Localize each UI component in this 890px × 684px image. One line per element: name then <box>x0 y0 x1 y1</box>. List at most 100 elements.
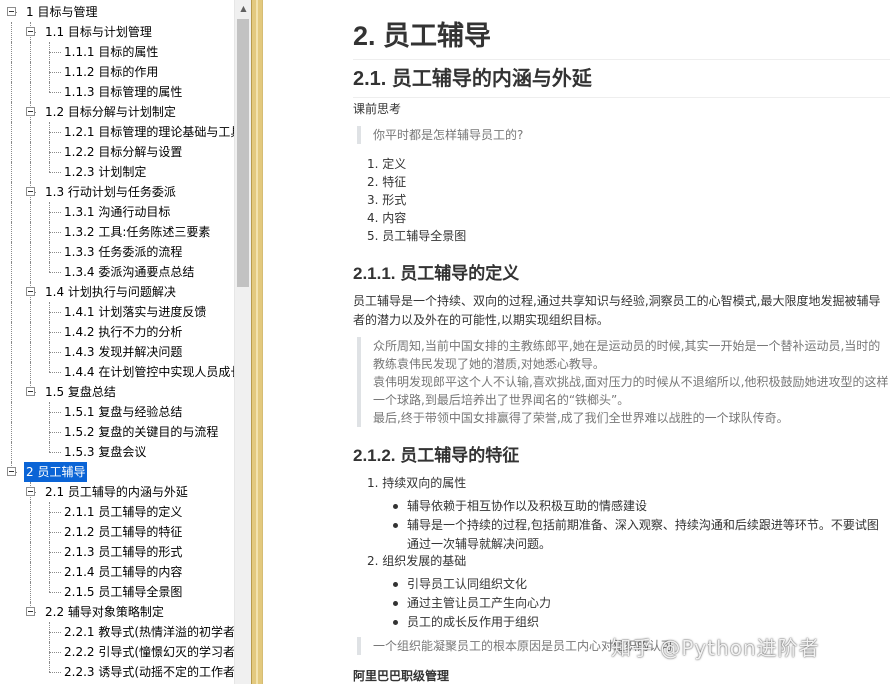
toc-item[interactable]: 1.1.3 目标管理的属性 <box>0 82 234 102</box>
list-item: 辅导是一个持续的过程,包括前期准备、深入观察、持续沟通和后续跟进等环节。不要试图… <box>393 516 887 554</box>
list-item: 员工的成长反作用于组织 <box>393 613 887 632</box>
toc-item[interactable]: 1.5.2 复盘的关键目的与流程 <box>0 422 234 442</box>
toc-item-label: 1.2.3 计划制定 <box>64 165 147 179</box>
toc-item[interactable]: 2.2.1 教导式(热情洋溢的初学者) <box>0 622 240 642</box>
tree-guide-line <box>30 162 31 182</box>
toc-item[interactable]: 1.2.2 目标分解与设置 <box>0 142 234 162</box>
list-item: 3. 形式 <box>367 193 407 207</box>
toc-item[interactable]: 1.3.4 委派沟通要点总结 <box>0 262 234 282</box>
tree-guide-line <box>11 382 12 402</box>
list-item: 4. 内容 <box>367 211 407 225</box>
document-pane: 2. 员工辅导 2.1. 员工辅导的内涵与外延 课前思考 你平时都是怎样辅导员工… <box>263 0 890 684</box>
toc-item[interactable]: 1.1.1 目标的属性 <box>0 42 234 62</box>
tree-guide-line <box>11 202 12 222</box>
collapse-minus-icon[interactable] <box>26 287 35 296</box>
toc-item[interactable]: 1.2.3 计划制定 <box>0 162 234 182</box>
tree-guide-line <box>49 672 61 673</box>
toc-item[interactable]: 2.1 员工辅导的内涵与外延 <box>0 482 234 502</box>
pane-splitter[interactable] <box>251 0 263 684</box>
quote-line: 众所周知,当前中国女排的主教练郎平,她在是运动员的时候,其实一开始是一个替补运动… <box>373 339 881 371</box>
bold-heading: 阿里巴巴职级管理 <box>353 669 450 683</box>
toc-item[interactable]: 1.3.3 任务委派的流程 <box>0 242 234 262</box>
tree-guide-line <box>30 342 31 362</box>
collapse-minus-icon[interactable] <box>7 467 16 476</box>
toc-item[interactable]: 1.3 行动计划与任务委派 <box>0 182 234 202</box>
toc-item-label: 1.4.4 在计划管控中实现人员成长 <box>64 365 243 379</box>
collapse-minus-icon[interactable] <box>26 607 35 616</box>
tree-guide-line <box>49 352 61 353</box>
toc-item[interactable]: 2.1.5 员工辅导全景图 <box>0 582 234 602</box>
tree-guide-line <box>49 582 50 592</box>
tree-guide-line <box>11 182 12 202</box>
toc-scrollbar[interactable]: ▲ <box>234 0 251 684</box>
toc-item[interactable]: 1.5.1 复盘与经验总结 <box>0 402 234 422</box>
tree-guide-line <box>49 552 61 553</box>
toc-item[interactable]: 2 员工辅导 <box>0 462 234 482</box>
toc-item-label: 1.1.3 目标管理的属性 <box>64 85 183 99</box>
collapse-minus-icon[interactable] <box>26 107 35 116</box>
tree-guide-line <box>11 242 12 262</box>
toc-item-label: 1.4 计划执行与问题解决 <box>45 285 176 299</box>
collapse-minus-icon[interactable] <box>26 487 35 496</box>
subsection-heading: 2.1.2. 员工辅导的特征 <box>353 446 520 465</box>
tree-guide-line <box>49 662 50 672</box>
toc-item-label: 2.2.2 引导式(憧憬幻灭的学习者) <box>64 645 240 659</box>
tree-guide-line <box>30 582 31 602</box>
toc-item[interactable]: 2.2.2 引导式(憧憬幻灭的学习者) <box>0 642 240 662</box>
collapse-minus-icon[interactable] <box>26 387 35 396</box>
toc-item[interactable]: 2.1.1 员工辅导的定义 <box>0 502 234 522</box>
pre-class-quote: 你平时都是怎样辅导员工的? <box>357 126 890 144</box>
toc-item[interactable]: 2.2.3 诱导式(动摇不定的工作者) <box>0 662 240 682</box>
toc-item[interactable]: 1.4.3 发现并解决问题 <box>0 342 234 362</box>
toc-item[interactable]: 2.1.4 员工辅导的内容 <box>0 562 234 582</box>
tree-guide-line <box>49 232 61 233</box>
toc-item[interactable]: 1.3.1 沟通行动目标 <box>0 202 234 222</box>
toc-item[interactable]: 1.1.2 目标的作用 <box>0 62 234 82</box>
toc-item-label: 1.2.2 目标分解与设置 <box>64 145 183 159</box>
tree-guide-line <box>30 222 31 242</box>
toc-item[interactable]: 1.4 计划执行与问题解决 <box>0 282 234 302</box>
toc-item-label: 1.1.1 目标的属性 <box>64 45 159 59</box>
tree-guide-line <box>11 102 12 122</box>
toc-item[interactable]: 2.1.2 员工辅导的特征 <box>0 522 234 542</box>
toc-tree: 1 目标与管理 1.1 目标与计划管理 1.1.1 目标的属性 1.1.2 目标的作用… <box>0 2 242 682</box>
collapse-minus-icon[interactable] <box>26 27 35 36</box>
subsection-heading: 2.1.1. 员工辅导的定义 <box>353 264 520 283</box>
tree-guide-line <box>49 162 50 172</box>
toc-item[interactable]: 1.4.1 计划落实与进度反馈 <box>0 302 234 322</box>
toc-item-label: 2.2.1 教导式(热情洋溢的初学者) <box>64 625 240 639</box>
toc-item-label: 2.1.2 员工辅导的特征 <box>64 525 183 539</box>
tree-guide-line <box>30 82 31 102</box>
tree-guide-line <box>49 52 61 53</box>
tree-guide-line <box>11 82 12 102</box>
tree-guide-line <box>11 362 12 382</box>
toc-item[interactable]: 1.2.1 目标管理的理论基础与工具 <box>0 122 242 142</box>
toc-item[interactable]: 1.4.4 在计划管控中实现人员成长 <box>0 362 242 382</box>
definition-paragraph: 员工辅导是一个持续、双向的过程,通过共享知识与经验,洞察员工的心智模式,最大限度… <box>353 294 881 327</box>
tree-guide-line <box>30 362 31 382</box>
toc-item[interactable]: 1.5.3 复盘会议 <box>0 442 234 462</box>
toc-item[interactable]: 1.5 复盘总结 <box>0 382 234 402</box>
list-item: 5. 员工辅导全景图 <box>367 229 467 243</box>
collapse-minus-icon[interactable] <box>26 187 35 196</box>
collapse-minus-icon[interactable] <box>7 7 16 16</box>
tree-guide-line <box>49 262 50 272</box>
toc-item[interactable]: 1.1 目标与计划管理 <box>0 22 234 42</box>
toc-item-label: 1.3 行动计划与任务委派 <box>45 185 176 199</box>
toc-item[interactable]: 1.3.2 工具:任务陈述三要素 <box>0 222 234 242</box>
tree-guide-line <box>49 272 61 273</box>
tree-guide-line <box>30 322 31 342</box>
tree-guide-line <box>11 142 12 162</box>
list-item: 辅导依赖于相互协作以及积极互助的情感建设 <box>393 497 887 516</box>
toc-scroll-thumb[interactable] <box>237 19 249 287</box>
toc-item-label: 2 员工辅导 <box>24 462 88 482</box>
toc-item[interactable]: 1 目标与管理 <box>0 2 234 22</box>
tree-guide-line <box>49 572 61 573</box>
toc-item[interactable]: 1.2 目标分解与计划制定 <box>0 102 234 122</box>
quote-line: 袁伟明发现郎平这个人不认输,喜欢挑战,面对压力的时候从不退缩所以,他积极鼓励她进… <box>373 375 889 407</box>
scroll-up-arrow-icon[interactable]: ▲ <box>235 0 251 18</box>
toc-item[interactable]: 2.2 辅导对象策略制定 <box>0 602 234 622</box>
outline-list: 1. 定义 2. 特征 3. 形式 4. 内容 5. 员工辅导全景图 <box>367 155 466 245</box>
toc-item[interactable]: 1.4.2 执行不力的分析 <box>0 322 234 342</box>
toc-item[interactable]: 2.1.3 员工辅导的形式 <box>0 542 234 562</box>
